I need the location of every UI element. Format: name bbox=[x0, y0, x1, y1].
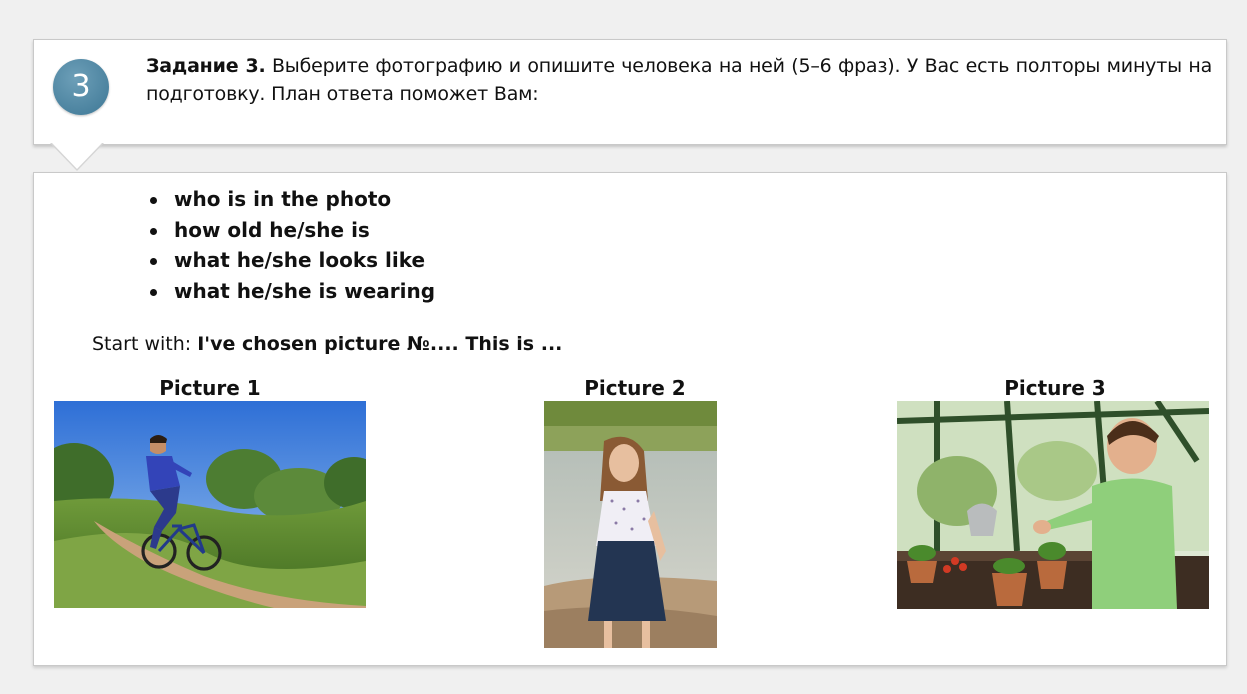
boy-bicycle-image bbox=[54, 401, 366, 608]
task-title: Задание 3. bbox=[146, 55, 266, 77]
plan-item: how old he/she is bbox=[145, 215, 435, 246]
answer-plan-list: who is in the photo how old he/she is wh… bbox=[145, 184, 435, 306]
picture-2-caption: Picture 2 bbox=[584, 376, 686, 400]
picture-2-photo[interactable] bbox=[544, 401, 717, 648]
plan-item: what he/she is wearing bbox=[145, 276, 435, 307]
plan-item: who is in the photo bbox=[145, 184, 435, 215]
boy-greenhouse-image bbox=[897, 401, 1209, 609]
plan-item: what he/she looks like bbox=[145, 245, 435, 276]
picture-3-photo[interactable] bbox=[897, 401, 1209, 609]
task-instruction: Задание 3. Выберите фотографию и опишите… bbox=[146, 52, 1212, 108]
start-with-line: Start with: I've chosen picture №.... Th… bbox=[92, 331, 562, 357]
picture-1-photo[interactable] bbox=[54, 401, 366, 608]
start-prefix: Start with: bbox=[92, 333, 192, 355]
start-phrase: I've chosen picture №.... This is ... bbox=[197, 333, 563, 355]
picture-1-caption: Picture 1 bbox=[159, 376, 261, 400]
task-card-pointer-fill bbox=[52, 143, 102, 169]
girl-lake-image bbox=[544, 401, 717, 648]
task-number-badge: 3 bbox=[53, 59, 109, 115]
task-description: Выберите фотографию и опишите человека н… bbox=[146, 55, 1213, 105]
picture-3-caption: Picture 3 bbox=[1004, 376, 1106, 400]
